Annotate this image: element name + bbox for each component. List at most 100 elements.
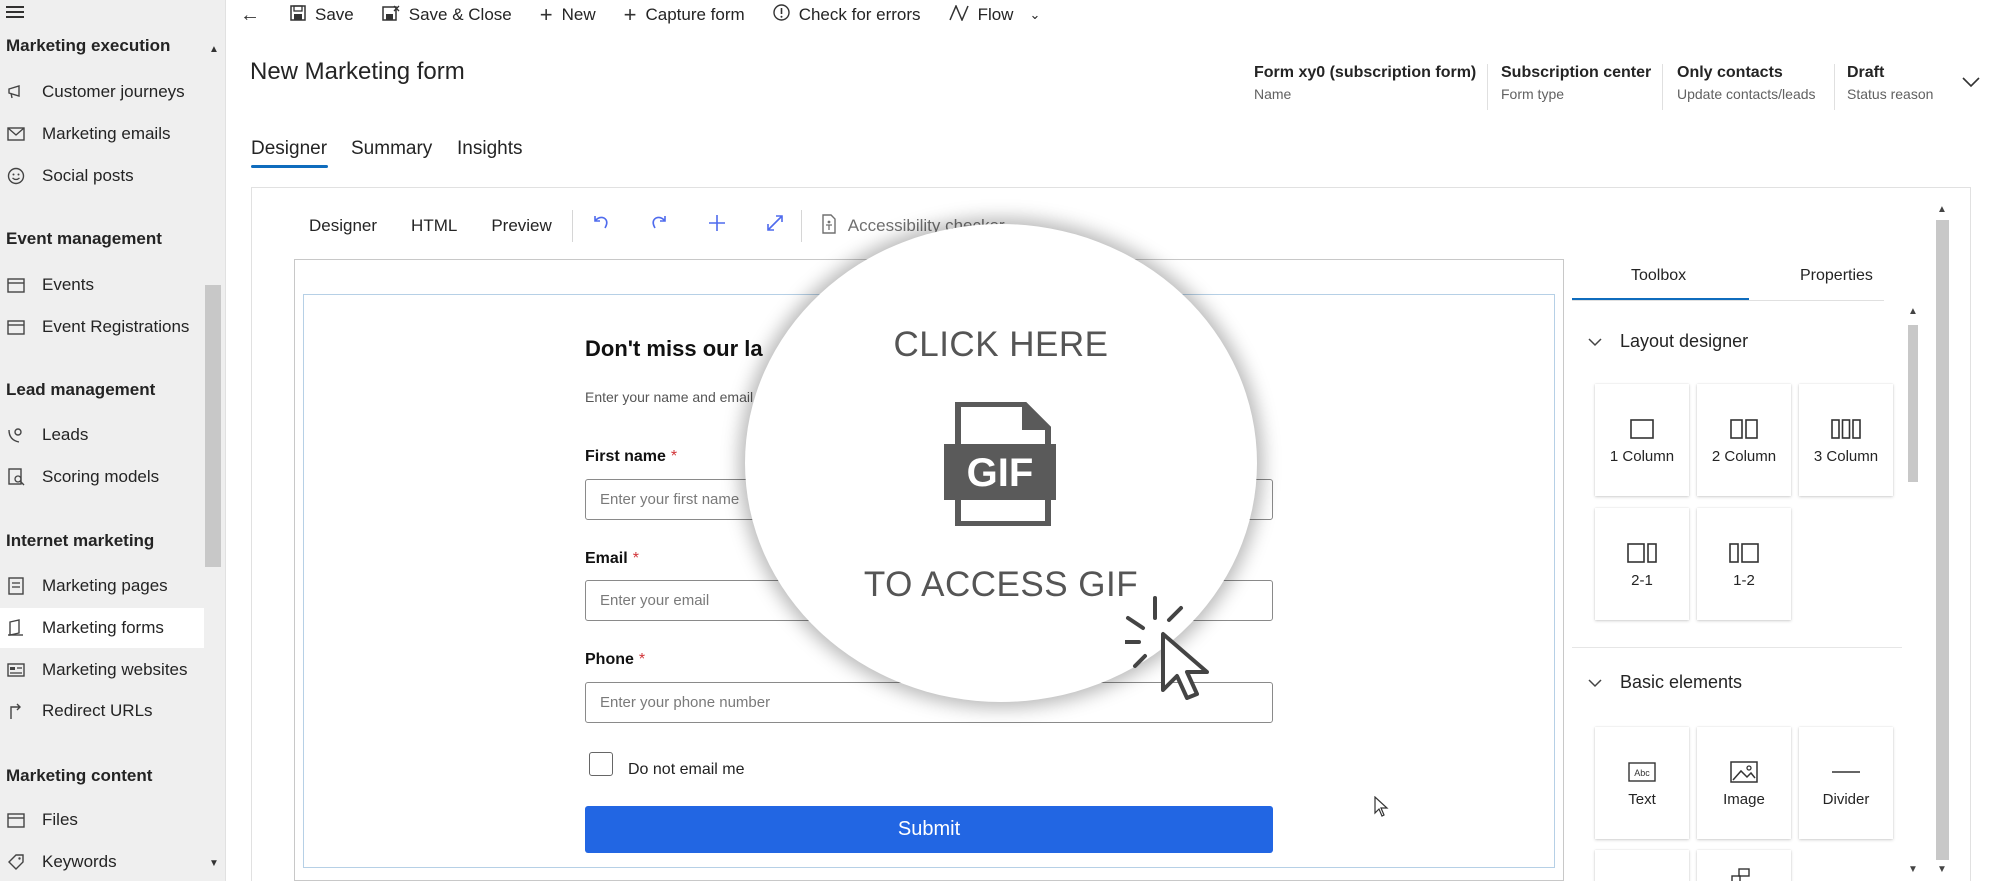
sidebar-item-files[interactable]: Files: [0, 800, 204, 840]
sidebar-item-label: Customer journeys: [42, 82, 185, 101]
flow-icon: [948, 3, 969, 26]
new-button[interactable]: + New: [540, 2, 596, 28]
tile-1-column[interactable]: 1 Column: [1595, 384, 1689, 496]
redo-icon[interactable]: [649, 213, 669, 239]
save-close-button[interactable]: Save & Close: [382, 5, 512, 26]
flow-button[interactable]: Flow ⌄: [948, 3, 1040, 26]
sidebar-item-scoring-models[interactable]: Scoring models: [0, 457, 204, 497]
form-icon: [6, 619, 26, 637]
capture-form-button[interactable]: + Capture form: [624, 2, 745, 28]
designer-subtoolbar: Designer HTML Preview Accessibility chec…: [309, 210, 1005, 242]
header-field-update-contacts: Only contacts Update contacts/leads: [1677, 64, 1816, 102]
form-subtitle[interactable]: Enter your name and email: [585, 389, 753, 405]
tab-properties[interactable]: Properties: [1800, 267, 1873, 285]
add-icon[interactable]: [707, 213, 727, 239]
tab-designer[interactable]: Designer: [251, 138, 327, 160]
sidebar: ▲ ▼ Marketing execution Customer journey…: [0, 0, 226, 881]
tab-toolbox[interactable]: Toolbox: [1631, 267, 1686, 285]
group-header-marketing-content: Marketing content: [6, 766, 153, 785]
sidebar-scroll-down-icon[interactable]: ▼: [207, 858, 221, 872]
scoring-icon: [6, 468, 26, 486]
save-button[interactable]: Save: [290, 4, 354, 26]
calendar-icon: [6, 276, 26, 294]
sidebar-item-label: Events: [42, 275, 94, 294]
journey-icon: [6, 83, 26, 101]
gif-icon-text: GIF: [967, 451, 1034, 495]
hamburger-menu-icon[interactable]: [6, 6, 24, 20]
toolbar-separator: [571, 210, 573, 242]
sidebar-item-marketing-forms[interactable]: Marketing forms: [0, 608, 204, 648]
designer-scroll-up-icon[interactable]: ▲: [1937, 204, 1947, 215]
tile-1-2-column[interactable]: 1-2: [1697, 508, 1791, 620]
tab-summary[interactable]: Summary: [351, 138, 432, 160]
toolbox-divider: [1572, 300, 1884, 301]
tile-text[interactable]: Abc Text: [1595, 727, 1689, 839]
redirect-icon: [6, 702, 26, 720]
toolbox-scroll-down-icon[interactable]: ▼: [1908, 864, 1918, 875]
tile-2-column[interactable]: 2 Column: [1697, 384, 1791, 496]
sidebar-item-leads[interactable]: Leads: [0, 415, 204, 455]
sidebar-item-label: Social posts: [42, 166, 134, 185]
calendar-icon: [6, 318, 26, 336]
toolbox-scroll-up-icon[interactable]: ▲: [1908, 306, 1918, 317]
header-field-form-type: Subscription center Form type: [1501, 64, 1652, 102]
toolbox-scrollbar-thumb[interactable]: [1908, 325, 1918, 482]
sidebar-scroll-up-icon[interactable]: ▲: [207, 44, 221, 58]
sidebar-item-event-registrations[interactable]: Event Registrations: [0, 307, 204, 347]
sidebar-item-label: Marketing forms: [42, 618, 164, 637]
tab-insights[interactable]: Insights: [457, 138, 522, 160]
keyword-icon: [6, 853, 26, 871]
do-not-email-label: Do not email me: [628, 761, 745, 778]
subtab-designer[interactable]: Designer: [309, 216, 377, 236]
plus-icon: +: [623, 2, 637, 27]
chevron-down-icon: [1588, 334, 1602, 350]
save-close-icon: [382, 5, 400, 26]
sidebar-item-redirect-urls[interactable]: Redirect URLs: [0, 691, 204, 731]
divider-element-icon: [1832, 759, 1860, 785]
sidebar-item-label: Redirect URLs: [42, 701, 153, 720]
first-name-label: First name *: [585, 448, 678, 465]
sidebar-item-social-posts[interactable]: Social posts: [0, 156, 204, 196]
sidebar-item-marketing-websites[interactable]: Marketing websites: [0, 650, 204, 690]
tile-image[interactable]: Image: [1697, 727, 1791, 839]
tile-divider[interactable]: Divider: [1799, 727, 1893, 839]
sidebar-item-marketing-emails[interactable]: Marketing emails: [0, 114, 204, 154]
expand-icon[interactable]: [765, 213, 785, 239]
check-errors-button[interactable]: Check for errors: [772, 4, 921, 26]
basic-elements-header[interactable]: Basic elements: [1588, 672, 1742, 693]
header-separator: [1834, 64, 1835, 110]
image-element-icon: [1730, 759, 1758, 785]
subtab-preview[interactable]: Preview: [491, 216, 551, 236]
gif-overlay-top-text[interactable]: CLICK HERE: [745, 325, 1257, 365]
two-one-column-icon: [1627, 540, 1657, 566]
command-bar: ← Save Save & Close + New + Capture form…: [226, 0, 2000, 30]
tile-3-column[interactable]: 3 Column: [1799, 384, 1893, 496]
back-arrow-icon[interactable]: ←: [240, 4, 260, 27]
subtab-html[interactable]: HTML: [411, 216, 457, 236]
layout-element-icon: [1731, 868, 1757, 881]
do-not-email-checkbox[interactable]: [589, 752, 613, 776]
gif-file-icon[interactable]: GIF: [944, 401, 1056, 531]
sidebar-item-marketing-pages[interactable]: Marketing pages: [0, 566, 204, 606]
header-field-name: Form xy0 (subscription form) Name: [1254, 64, 1477, 102]
section-divider: [1572, 647, 1902, 648]
three-column-icon: [1831, 416, 1861, 442]
sidebar-item-events[interactable]: Events: [0, 265, 204, 305]
undo-icon[interactable]: [591, 213, 611, 239]
accessibility-icon: [820, 213, 838, 239]
sidebar-item-keywords[interactable]: Keywords: [0, 842, 204, 881]
website-icon: [6, 661, 26, 679]
plus-icon: +: [539, 2, 553, 27]
submit-button[interactable]: Submit: [585, 806, 1273, 853]
tile-partial[interactable]: [1595, 850, 1689, 881]
designer-scrollbar-thumb[interactable]: [1936, 220, 1949, 860]
header-expand-chevron-icon[interactable]: [1962, 72, 1980, 93]
tile-2-1-column[interactable]: 2-1: [1595, 508, 1689, 620]
designer-scroll-down-icon[interactable]: ▼: [1937, 864, 1947, 875]
tile-partial[interactable]: [1697, 850, 1791, 881]
sidebar-scrollbar-thumb[interactable]: [205, 285, 221, 567]
sidebar-item-customer-journeys[interactable]: Customer journeys: [0, 72, 204, 112]
form-title[interactable]: Don't miss our la: [585, 336, 763, 362]
header-separator: [1662, 64, 1663, 110]
layout-designer-header[interactable]: Layout designer: [1588, 331, 1748, 352]
